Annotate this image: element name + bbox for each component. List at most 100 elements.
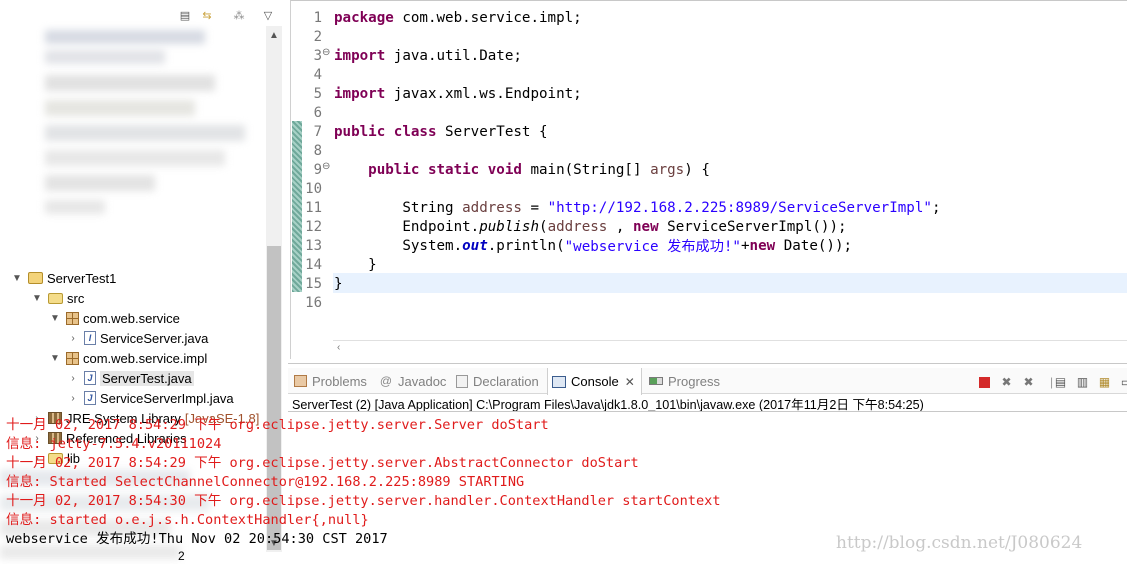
tab-label: Console: [571, 374, 619, 389]
line-number: 1: [313, 9, 322, 26]
line-number: 4: [313, 66, 322, 83]
tree-item-servertest-java[interactable]: › J ServerTest.java: [66, 368, 194, 388]
chevron-right-icon[interactable]: ›: [66, 391, 80, 405]
terminate-icon[interactable]: [977, 375, 992, 389]
scroll-lock-icon[interactable]: ▥: [1075, 375, 1090, 389]
tree-item-serviceserverimpl-java[interactable]: › J ServiceServerImpl.java: [66, 388, 234, 408]
editor-horizontal-scrollbar[interactable]: ‹: [333, 340, 1127, 357]
chevron-down-icon[interactable]: ▼: [30, 291, 44, 305]
explorer-toolbar: ▤ ⇆ ⁂ ▽: [0, 0, 286, 30]
code-text: ;: [931, 199, 941, 216]
collapse-all-icon[interactable]: ▤: [178, 8, 192, 22]
tab-progress[interactable]: Progress: [649, 368, 720, 394]
code-line: 8: [300, 141, 334, 160]
source-folder-icon: [48, 292, 63, 304]
string-literal: "webservice 发布成功!": [564, 238, 741, 255]
keyword: class: [393, 123, 437, 140]
tab-label: Progress: [668, 373, 721, 389]
code-text: }: [368, 256, 377, 273]
chevron-down-icon[interactable]: ▼: [48, 351, 62, 365]
package-icon: [66, 351, 79, 365]
partial-label: 2: [178, 549, 185, 563]
code-text: ServerTest {: [436, 123, 548, 140]
tree-item-label: com.web.service: [83, 310, 180, 326]
chevron-right-icon[interactable]: ›: [66, 331, 80, 345]
static-field: out: [462, 237, 488, 254]
watermark: http://blog.csdn.net/J080624: [836, 533, 1083, 553]
tree-item-label: src: [67, 290, 85, 306]
tree-item-src[interactable]: ▼ src: [30, 288, 84, 308]
link-editor-icon[interactable]: ⇆: [200, 8, 214, 22]
code-line: 6: [300, 103, 334, 122]
keyword: new: [749, 237, 776, 254]
tree-item-label: ServerTest.java: [100, 370, 194, 386]
view-menu-chevron-icon[interactable]: ▽: [261, 8, 275, 22]
console-log-line: 信息: started o.e.j.s.h.ContextHandler{,nu…: [6, 511, 369, 528]
declaration-icon: [456, 374, 468, 388]
code-line: 5 import javax.xml.ws.Endpoint;: [300, 84, 582, 103]
tree-item-label: ServiceServer.java: [100, 330, 209, 346]
line-number: 11: [305, 199, 322, 216]
code-line: 1 package com.web.service.impl;: [300, 8, 582, 27]
java-file-icon: J: [84, 371, 96, 385]
code-text: +: [740, 237, 750, 254]
code-text: com.web.service.impl;: [393, 9, 582, 26]
tab-problems[interactable]: Problems: [294, 368, 367, 394]
tree-item-package-impl[interactable]: ▼ com.web.service.impl: [48, 348, 207, 368]
code-text: ,: [607, 218, 633, 235]
view-menu-dots-icon[interactable]: ⁂: [232, 8, 246, 22]
tab-console[interactable]: Console ✕: [547, 368, 642, 395]
scroll-left-icon[interactable]: ‹: [337, 342, 340, 353]
remove-launch-icon[interactable]: ✖: [999, 375, 1014, 389]
javadoc-icon: @: [379, 374, 393, 388]
console-log-line: 信息: jetty-7.5.4.v20111024: [6, 435, 222, 452]
panel-tab-bar: Problems @ Javadoc Declaration Console ✕…: [288, 368, 1127, 395]
remove-all-terminated-icon[interactable]: ✖: [1021, 375, 1036, 389]
code-text: =: [521, 199, 548, 216]
line-number: 14: [305, 256, 322, 273]
code-text: .println(: [487, 237, 565, 254]
close-icon[interactable]: ✕: [625, 375, 635, 389]
scroll-up-icon[interactable]: ▲: [266, 28, 282, 44]
tree-item-serviceserver-java[interactable]: › I ServiceServer.java: [66, 328, 208, 348]
tree-item-project[interactable]: ▼ ServerTest1: [10, 268, 116, 288]
keyword: import: [334, 85, 386, 102]
console-log-line: webservice 发布成功!Thu Nov 02 20:54:30 CST …: [6, 530, 388, 547]
tab-label: Problems: [312, 373, 367, 389]
keyword: import: [334, 47, 386, 64]
progress-icon: [649, 377, 663, 385]
code-line: 10: [300, 179, 334, 198]
tree-item-label: ServiceServerImpl.java: [100, 390, 234, 406]
chevron-down-icon[interactable]: ▼: [48, 311, 62, 325]
code-line: 4: [300, 65, 334, 84]
chevron-down-icon[interactable]: ▼: [10, 271, 24, 285]
console-log-line: 十一月 02, 2017 8:54:29 下午 org.eclipse.jett…: [6, 416, 549, 433]
code-text: java.util.Date;: [385, 47, 522, 64]
display-console-icon[interactable]: ▭: [1119, 375, 1127, 389]
pin-console-icon[interactable]: ▦: [1097, 375, 1112, 389]
java-file-icon: J: [84, 391, 96, 405]
console-launch-description: ServerTest (2) [Java Application] C:\Pro…: [292, 397, 924, 412]
tab-declaration[interactable]: Declaration: [456, 368, 539, 394]
code-text: ) {: [684, 161, 710, 178]
tree-item-package-service[interactable]: ▼ com.web.service: [48, 308, 180, 328]
console-log-line: 信息: Started SelectChannelConnector@192.1…: [6, 473, 525, 490]
console-icon: [552, 375, 566, 388]
string-literal: "http://192.168.2.225:8989/ServiceServer…: [547, 199, 932, 216]
console-log-line: 十一月 02, 2017 8:54:30 下午 org.eclipse.jett…: [6, 492, 721, 509]
current-line-highlight: [333, 273, 1127, 293]
keyword: void: [487, 161, 522, 178]
console-log-line: 十一月 02, 2017 8:54:29 下午 org.eclipse.jett…: [6, 454, 639, 471]
code-text: Date());: [775, 237, 853, 254]
tab-javadoc[interactable]: @ Javadoc: [379, 368, 447, 394]
clear-console-icon[interactable]: ▤: [1053, 375, 1068, 389]
code-line: 9 public static void main(String[] args)…: [300, 160, 710, 179]
keyword: static: [427, 161, 480, 178]
line-number: 8: [313, 142, 322, 159]
parameter: args: [650, 161, 685, 178]
line-number: 12: [305, 218, 322, 235]
line-number: 7: [313, 123, 322, 140]
code-text: System.: [402, 237, 463, 254]
chevron-right-icon[interactable]: ›: [66, 371, 80, 385]
code-line: 14 }: [300, 255, 377, 274]
